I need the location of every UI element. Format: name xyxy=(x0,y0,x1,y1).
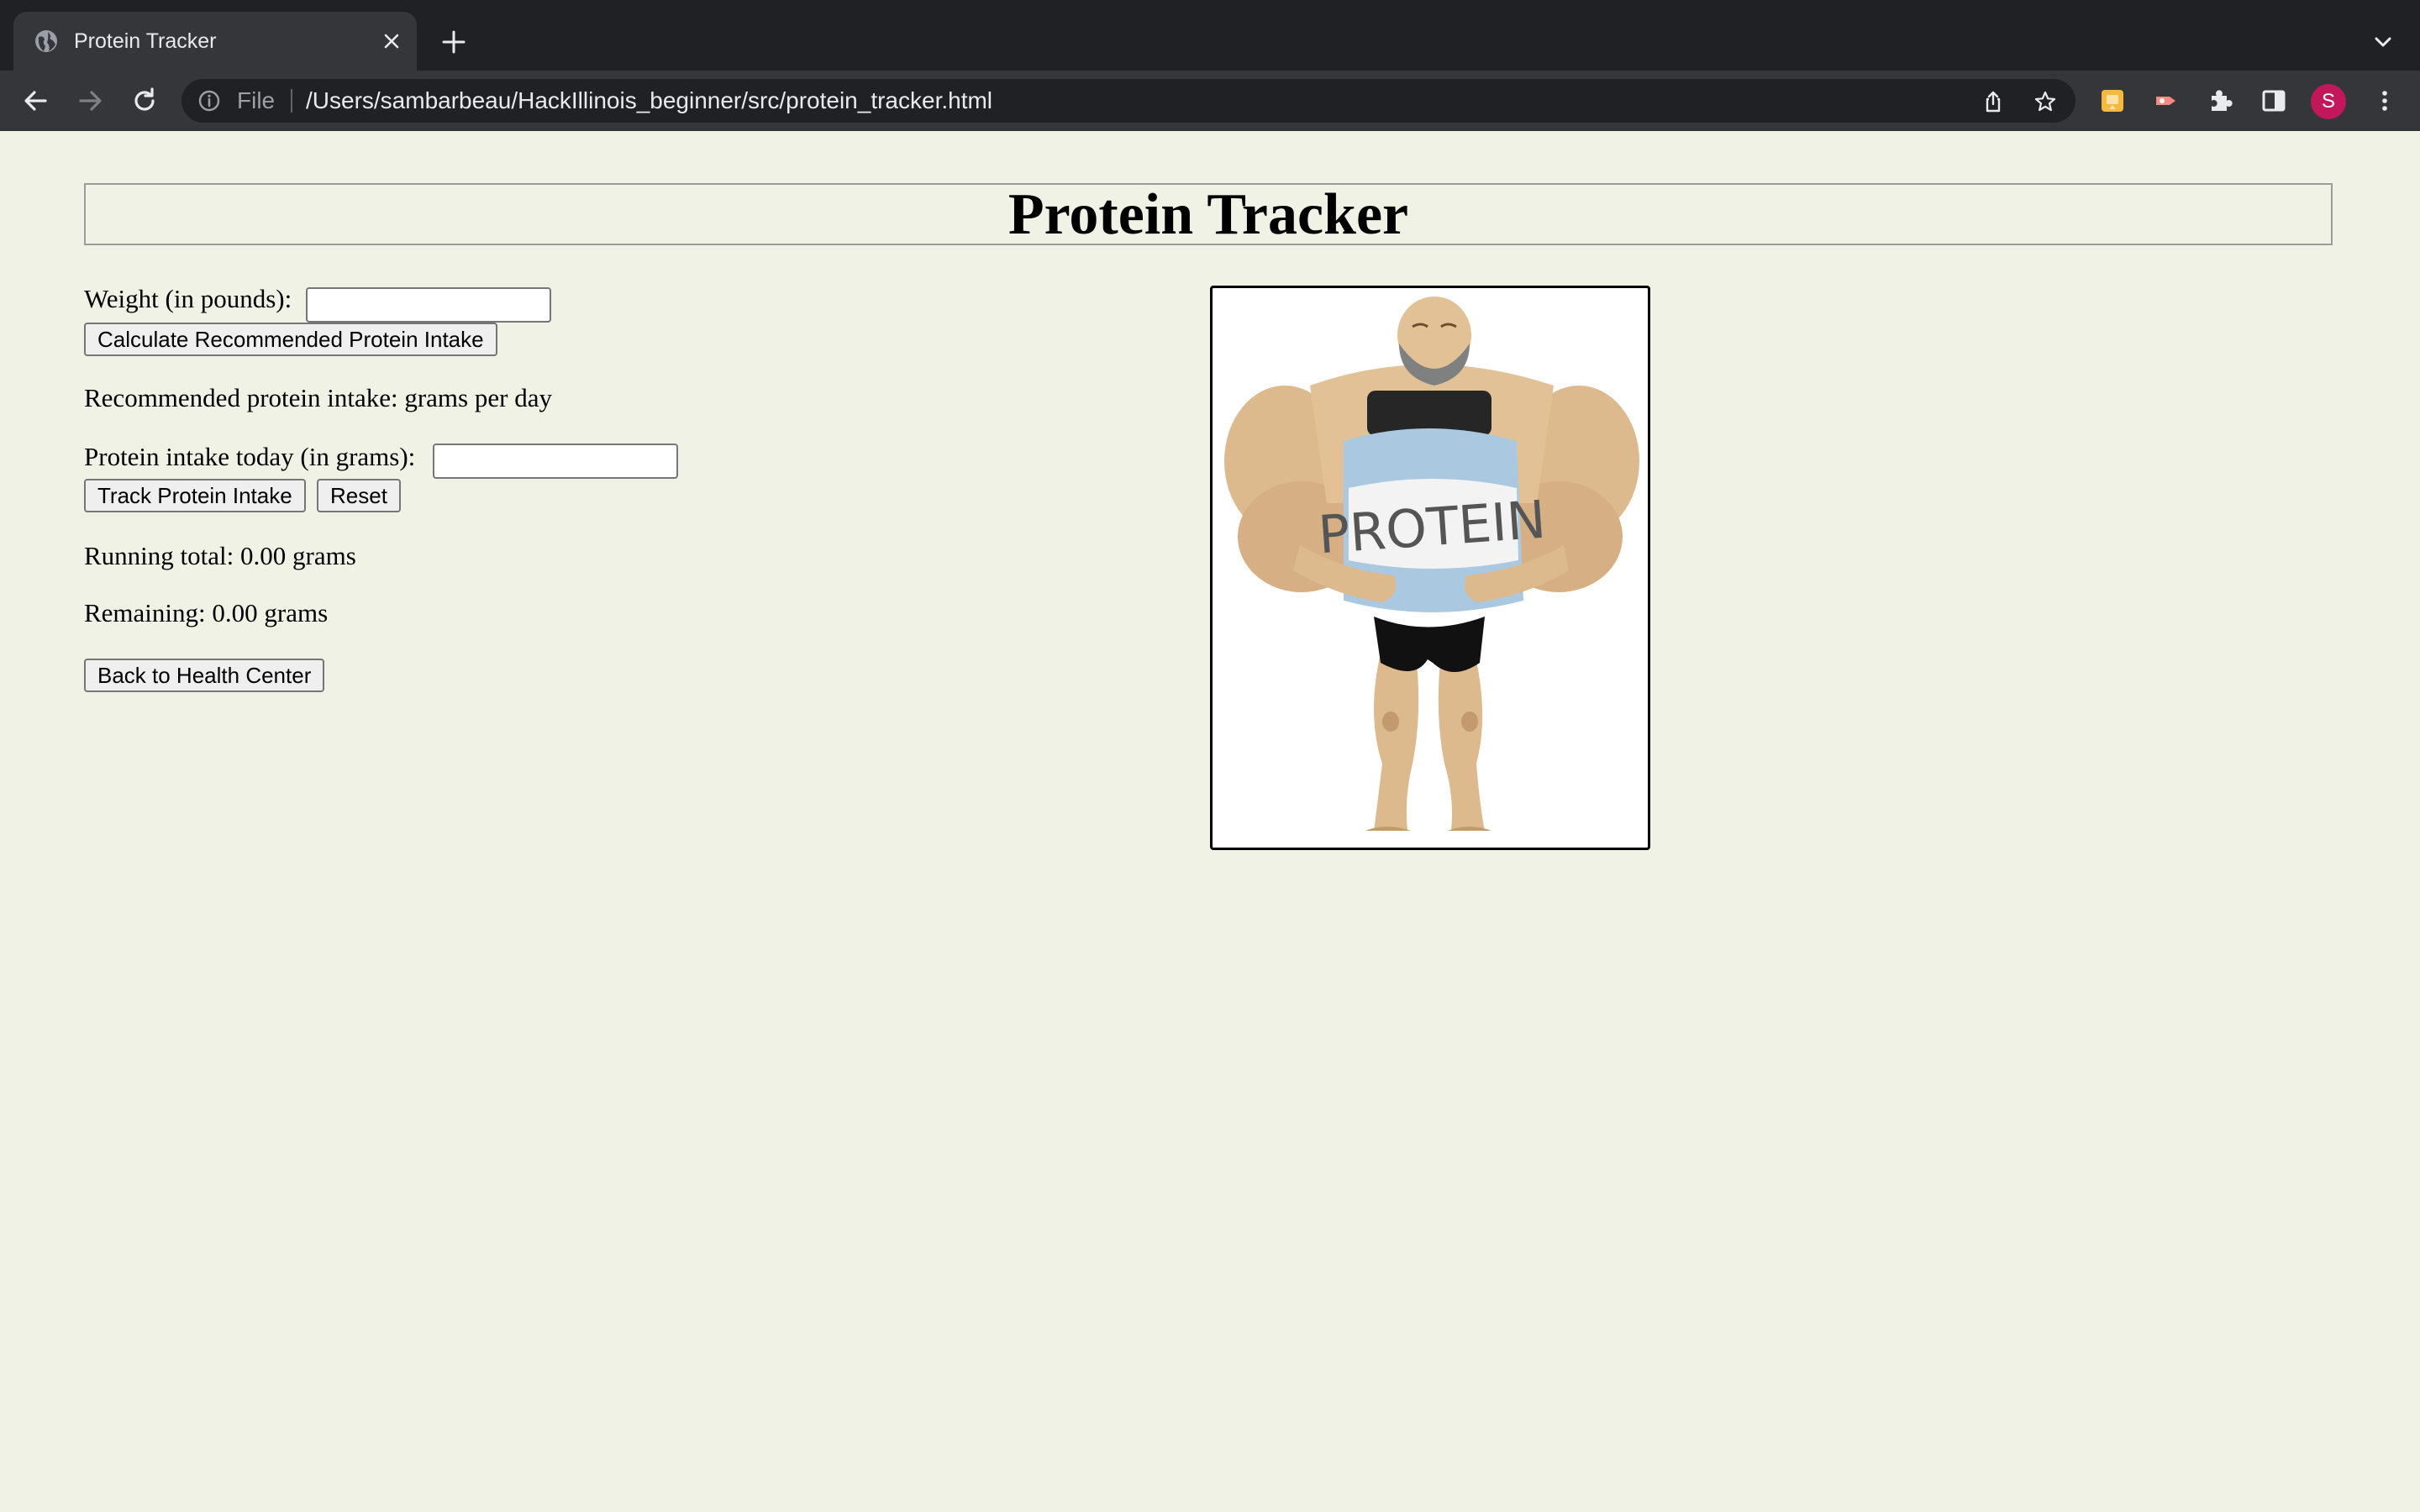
tab-strip: Protein Tracker xyxy=(0,0,2420,71)
profile-avatar[interactable]: S xyxy=(2311,84,2346,119)
intake-input[interactable] xyxy=(433,444,678,479)
side-panel-icon[interactable] xyxy=(2260,87,2287,114)
address-url[interactable]: /Users/sambarbeau/HackIllinois_beginner/… xyxy=(306,79,992,123)
back-to-health-center-button[interactable]: Back to Health Center xyxy=(84,659,325,692)
protein-illustration: PROTEIN xyxy=(1210,286,1650,850)
puzzle-icon[interactable] xyxy=(2207,87,2233,114)
track-intake-button[interactable]: Track Protein Intake xyxy=(84,479,306,512)
share-icon[interactable] xyxy=(1981,90,2005,113)
calculate-button[interactable]: Calculate Recommended Protein Intake xyxy=(84,323,497,356)
browser-tab[interactable]: Protein Tracker xyxy=(13,12,417,71)
address-bar[interactable]: File /Users/sambarbeau/HackIllinois_begi… xyxy=(182,79,2075,123)
weight-label: Weight (in pounds): xyxy=(84,284,292,313)
address-scheme: File xyxy=(237,87,276,113)
intake-label: Protein intake today (in grams): xyxy=(84,442,416,471)
address-separator xyxy=(291,89,292,113)
reset-button[interactable]: Reset xyxy=(317,479,401,512)
screen-recorder-extension-icon[interactable] xyxy=(2153,87,2180,114)
more-vertical-icon[interactable] xyxy=(2371,87,2398,114)
reload-icon[interactable] xyxy=(129,86,160,116)
info-icon[interactable] xyxy=(198,90,220,112)
remaining-text: Remaining: 0.00 grams xyxy=(84,598,329,627)
weight-input[interactable] xyxy=(306,287,551,323)
plus-icon[interactable] xyxy=(440,29,467,55)
muscle-man-illustration: PROTEIN xyxy=(1224,297,1639,831)
close-icon[interactable] xyxy=(380,29,403,53)
forward-arrow-icon[interactable] xyxy=(76,86,106,116)
title-header: Protein Tracker xyxy=(84,183,2333,245)
star-icon[interactable] xyxy=(2033,90,2057,113)
page-content: Protein Tracker Weight (in pounds): Calc… xyxy=(0,131,2420,1512)
sticky-note-extension-icon[interactable] xyxy=(2099,87,2126,114)
browser-toolbar: File /Users/sambarbeau/HackIllinois_begi… xyxy=(0,71,2420,131)
recommended-intake-text: Recommended protein intake: grams per da… xyxy=(84,383,552,412)
running-total-text: Running total: 0.00 grams xyxy=(84,541,356,570)
globe-icon xyxy=(35,30,57,52)
tab-title: Protein Tracker xyxy=(74,29,217,53)
chevron-down-icon[interactable] xyxy=(2371,30,2395,54)
back-arrow-icon[interactable] xyxy=(20,86,50,116)
page-title: Protein Tracker xyxy=(1007,182,1409,247)
